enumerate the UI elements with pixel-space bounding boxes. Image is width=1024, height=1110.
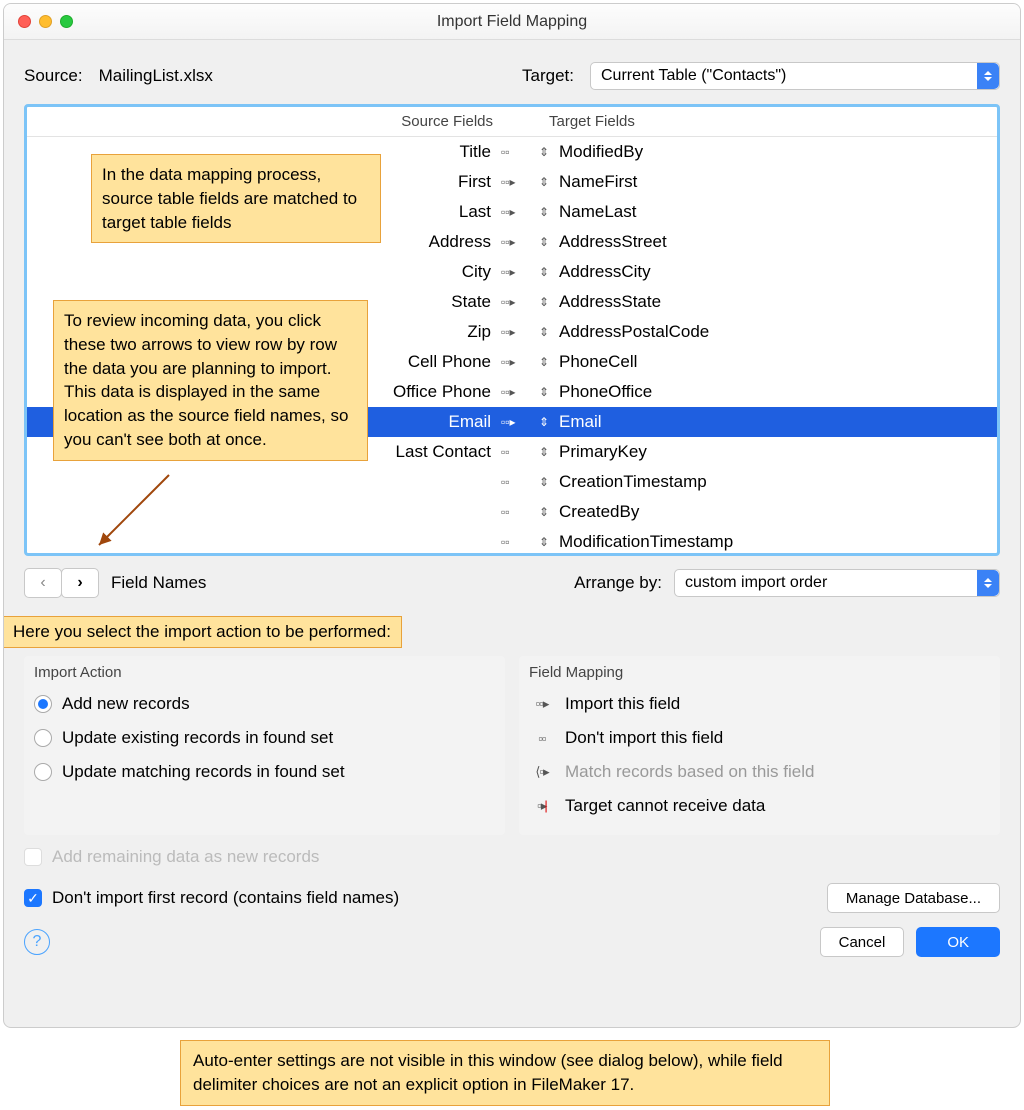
legend-row: ▫▫▸Import this field xyxy=(529,687,990,721)
column-target: Target Fields xyxy=(549,113,997,130)
field-names-label: Field Names xyxy=(111,573,206,593)
sort-handle-icon[interactable]: ⇕ xyxy=(539,445,549,459)
radio-icon xyxy=(34,763,52,781)
target-value: Current Table ("Contacts") xyxy=(601,67,786,85)
field-mapping-legend-panel: Field Mapping ▫▫▸Import this field▫▫Don'… xyxy=(519,656,1000,835)
mapping-arrow-icon[interactable]: ▫▫ xyxy=(501,535,510,549)
arrange-by-value: custom import order xyxy=(685,574,827,592)
radio-update-existing[interactable]: Update existing records in found set xyxy=(34,721,495,755)
target-field: PhoneOffice xyxy=(553,382,997,402)
target-field: AddressPostalCode xyxy=(553,322,997,342)
import-action-title: Import Action xyxy=(34,664,495,681)
target-field: Email xyxy=(553,412,997,432)
target-field: CreatedBy xyxy=(553,502,997,522)
target-field: PrimaryKey xyxy=(553,442,997,462)
annotation-arrow-icon xyxy=(89,475,169,555)
prev-record-button[interactable]: ‹ xyxy=(24,568,62,598)
target-field: AddressStreet xyxy=(553,232,997,252)
target-field: AddressCity xyxy=(553,262,997,282)
target-field: NameFirst xyxy=(553,172,997,192)
add-remaining-checkbox: Add remaining data as new records xyxy=(24,847,1000,867)
mapping-arrow-icon[interactable]: ▫▫▸ xyxy=(501,355,516,369)
mapping-arrow-icon[interactable]: ▫▫▸ xyxy=(501,325,516,339)
mapping-row[interactable]: City ▫▫▸ ⇕ AddressCity xyxy=(27,257,997,287)
annotation-callout: In the data mapping process, source tabl… xyxy=(91,154,381,243)
target-field: ModificationTimestamp xyxy=(553,532,997,552)
mapping-arrow-icon[interactable]: ▫▫▸ xyxy=(501,265,516,279)
sort-handle-icon[interactable]: ⇕ xyxy=(539,385,549,399)
checkbox-icon xyxy=(24,848,42,866)
arrange-by-label: Arrange by: xyxy=(574,573,662,593)
legend-icon: ⟨▫▸ xyxy=(529,764,555,780)
radio-icon xyxy=(34,695,52,713)
checkbox-icon xyxy=(24,889,42,907)
mapping-arrow-icon[interactable]: ▫▫▸ xyxy=(501,295,516,309)
sort-handle-icon[interactable]: ⇕ xyxy=(539,325,549,339)
mapping-arrow-icon[interactable]: ▫▫▸ xyxy=(501,235,516,249)
sort-handle-icon[interactable]: ⇕ xyxy=(539,145,549,159)
import-action-panel: Import Action Add new records Update exi… xyxy=(24,656,505,835)
sort-handle-icon[interactable]: ⇕ xyxy=(539,415,549,429)
radio-icon xyxy=(34,729,52,747)
select-stepper-icon xyxy=(977,570,999,596)
mapping-row[interactable]: ▫▫ ⇕ ModificationTimestamp xyxy=(27,527,997,556)
legend-row: ⟨▫▸Match records based on this field xyxy=(529,755,990,789)
ok-button[interactable]: OK xyxy=(916,927,1000,957)
mapping-arrow-icon[interactable]: ▫▫ xyxy=(501,505,510,519)
legend-icon: ▫▫▸ xyxy=(529,696,555,712)
mapping-arrow-icon[interactable]: ▫▫ xyxy=(501,475,510,489)
arrange-by-select[interactable]: custom import order xyxy=(674,569,1000,597)
target-field: AddressState xyxy=(553,292,997,312)
mapping-row[interactable]: ▫▫ ⇕ CreatedBy xyxy=(27,497,997,527)
annotation-callout: Here you select the import action to be … xyxy=(3,616,402,648)
mapping-arrow-icon[interactable]: ▫▫▸ xyxy=(501,415,516,429)
mapping-arrow-icon[interactable]: ▫▫ xyxy=(501,145,510,159)
sort-handle-icon[interactable]: ⇕ xyxy=(539,295,549,309)
target-field: CreationTimestamp xyxy=(553,472,997,492)
radio-update-matching[interactable]: Update matching records in found set xyxy=(34,755,495,789)
mapping-arrow-icon[interactable]: ▫▫▸ xyxy=(501,385,516,399)
next-record-button[interactable]: › xyxy=(61,568,99,598)
sort-handle-icon[interactable]: ⇕ xyxy=(539,175,549,189)
legend-icon: ▫▸| xyxy=(529,798,555,814)
mapping-arrow-icon[interactable]: ▫▫▸ xyxy=(501,175,516,189)
sort-handle-icon[interactable]: ⇕ xyxy=(539,235,549,249)
mapping-arrow-icon[interactable]: ▫▫▸ xyxy=(501,205,516,219)
legend-icon: ▫▫ xyxy=(529,731,555,746)
annotation-callout: To review incoming data, you click these… xyxy=(53,300,368,461)
manage-database-button[interactable]: Manage Database... xyxy=(827,883,1000,913)
legend-row: ▫▫Don't import this field xyxy=(529,721,990,755)
source-value: MailingList.xlsx xyxy=(99,66,213,86)
cancel-button[interactable]: Cancel xyxy=(820,927,905,957)
annotation-callout: Auto-enter settings are not visible in t… xyxy=(180,1040,830,1106)
radio-add-new[interactable]: Add new records xyxy=(34,687,495,721)
target-select[interactable]: Current Table ("Contacts") xyxy=(590,62,1000,90)
target-label: Target: xyxy=(522,66,574,86)
mapping-arrow-icon[interactable]: ▫▫ xyxy=(501,445,510,459)
target-field: NameLast xyxy=(553,202,997,222)
sort-handle-icon[interactable]: ⇕ xyxy=(539,505,549,519)
field-mapping-list[interactable]: Source Fields Target Fields Title▫▫⇕Modi… xyxy=(24,104,1000,556)
column-source: Source Fields xyxy=(27,113,507,130)
field-mapping-title: Field Mapping xyxy=(529,664,990,681)
select-stepper-icon xyxy=(977,63,999,89)
sort-handle-icon[interactable]: ⇕ xyxy=(539,355,549,369)
dialog-window: Import Field Mapping Source: MailingList… xyxy=(3,3,1021,1028)
target-field: PhoneCell xyxy=(553,352,997,372)
source-label: Source: xyxy=(24,66,83,86)
sort-handle-icon[interactable]: ⇕ xyxy=(539,535,549,549)
window-title: Import Field Mapping xyxy=(4,13,1020,31)
skip-first-record-checkbox[interactable]: Don't import first record (contains fiel… xyxy=(24,888,399,908)
mapping-row[interactable]: ▫▫ ⇕ CreationTimestamp xyxy=(27,467,997,497)
titlebar: Import Field Mapping xyxy=(4,4,1020,40)
help-button[interactable]: ? xyxy=(24,929,50,955)
sort-handle-icon[interactable]: ⇕ xyxy=(539,205,549,219)
sort-handle-icon[interactable]: ⇕ xyxy=(539,475,549,489)
legend-row: ▫▸|Target cannot receive data xyxy=(529,789,990,823)
sort-handle-icon[interactable]: ⇕ xyxy=(539,265,549,279)
source-field: City xyxy=(27,262,497,282)
target-field: ModifiedBy xyxy=(553,142,997,162)
